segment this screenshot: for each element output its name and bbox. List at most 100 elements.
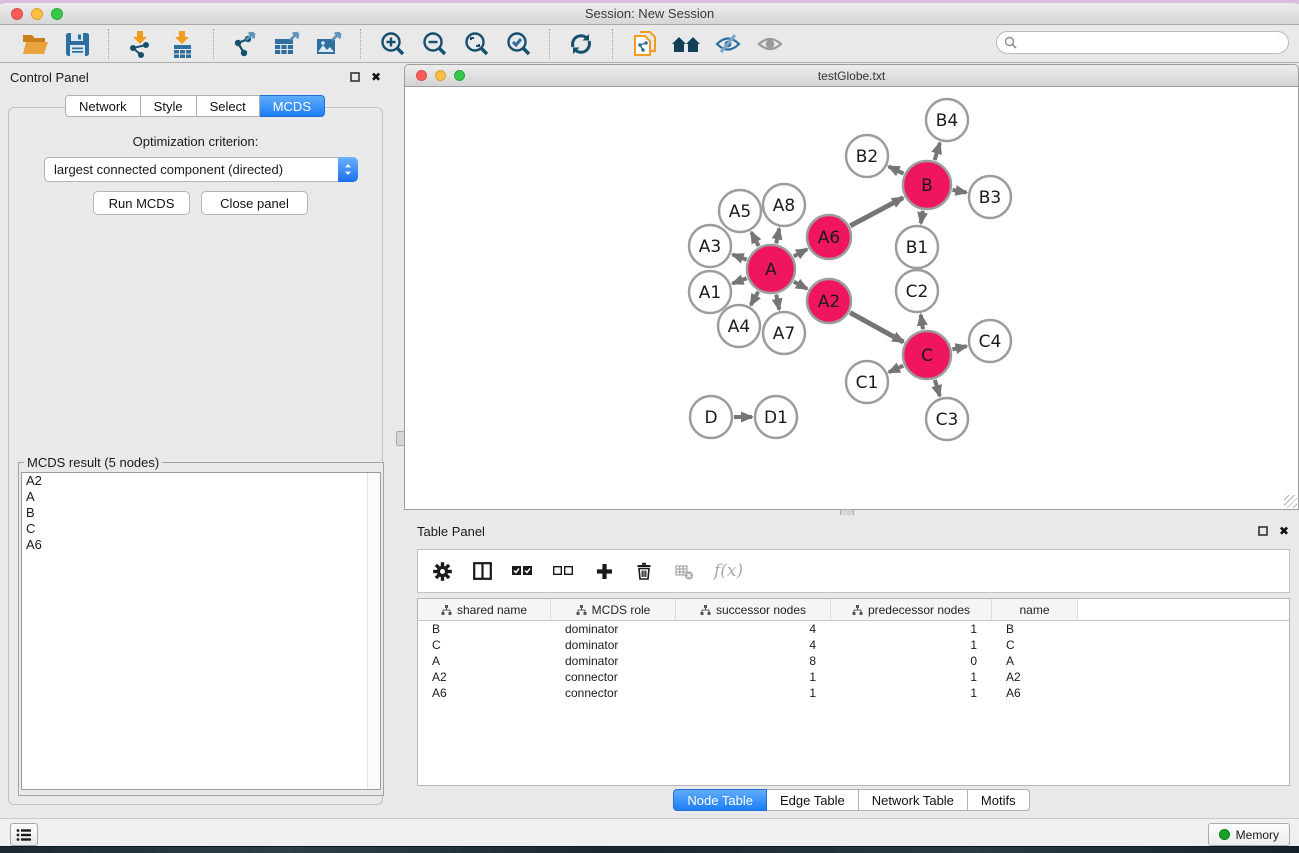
network-window-titlebar[interactable]: testGlobe.txt (404, 64, 1299, 87)
close-network-window-button[interactable] (416, 70, 427, 81)
mcds-result-item: A2 (22, 473, 380, 489)
graph-edge-A6-B[interactable] (850, 198, 903, 226)
table-body: Bdominator41BCdominator41CAdominator80AA… (418, 621, 1289, 701)
table-row[interactable]: Adominator80A (418, 653, 1289, 669)
graph-edge-A-A6[interactable] (794, 249, 807, 256)
cell-name: A6 (992, 685, 1078, 701)
zoom-fit-button[interactable] (459, 28, 493, 60)
criterion-dropdown[interactable]: largest connected component (directed) (44, 157, 358, 182)
create-column-button[interactable] (594, 563, 614, 580)
zoom-window-button[interactable] (51, 8, 63, 20)
apply-layout-button[interactable] (564, 28, 598, 60)
close-panel-icon[interactable]: ✖ (1279, 526, 1289, 536)
toolbar-search-field[interactable] (996, 31, 1289, 54)
tab-mcds[interactable]: MCDS (260, 95, 325, 117)
column-header-predecessor-nodes[interactable]: predecessor nodes (831, 599, 992, 620)
search-input[interactable] (1022, 36, 1272, 50)
minimize-network-window-button[interactable] (435, 70, 446, 81)
cybrowser-home-button[interactable] (669, 28, 703, 60)
list-scrollbar[interactable] (367, 473, 380, 789)
graph-edge-A-A2[interactable] (794, 282, 807, 289)
table-toolbar: f(x) (417, 549, 1290, 593)
deselect-all-button[interactable] (553, 566, 574, 576)
memory-button[interactable]: Memory (1208, 823, 1290, 846)
hierarchy-icon (576, 605, 587, 615)
select-all-button[interactable] (512, 566, 533, 576)
graph-edge-B-B3[interactable] (953, 190, 967, 193)
run-mcds-button[interactable]: Run MCDS (93, 191, 190, 215)
close-panel-icon[interactable]: ✖ (371, 72, 381, 82)
table-row[interactable]: A6connector11A6 (418, 685, 1289, 701)
network-canvas[interactable]: AA1A2A3A4A5A6A7A8BB1B2B3B4CC1C2C3C4DD1 (404, 87, 1299, 510)
import-table-button[interactable] (165, 28, 199, 60)
graph-edge-B-B1[interactable] (921, 211, 923, 224)
graph-node-label: A4 (728, 317, 750, 337)
graph-edge-C-C4[interactable] (952, 346, 966, 349)
show-hide-eye-button[interactable] (753, 28, 787, 60)
close-panel-button[interactable]: Close panel (201, 191, 308, 215)
column-header-successor-nodes[interactable]: successor nodes (676, 599, 831, 620)
column-header-shared-name[interactable]: shared name (418, 599, 551, 620)
mcds-result-item: B (22, 505, 380, 521)
cell-predecessor-nodes: 1 (831, 685, 992, 701)
graph-edge-A-A8[interactable] (776, 229, 779, 244)
graph-edge-A-A5[interactable] (751, 232, 758, 246)
function-builder-button-disabled[interactable]: f(x) (714, 561, 743, 581)
export-image-button[interactable] (312, 28, 346, 60)
close-window-button[interactable] (11, 8, 23, 20)
graph-edge-A-A7[interactable] (776, 295, 779, 310)
export-network-button[interactable] (228, 28, 262, 60)
delete-column-button[interactable] (634, 562, 654, 580)
float-panel-icon[interactable] (1258, 526, 1268, 536)
cell-shared-name: A6 (418, 685, 551, 701)
column-header-name[interactable]: name (992, 599, 1078, 620)
export-table-icon (273, 31, 301, 58)
zoom-in-button[interactable] (375, 28, 409, 60)
window-resize-grip[interactable] (1284, 495, 1297, 508)
column-header-label: shared name (457, 603, 527, 617)
open-session-button[interactable] (18, 28, 52, 60)
import-network-button[interactable] (123, 28, 157, 60)
graph-node-label: C2 (906, 282, 929, 302)
export-table-button[interactable] (270, 28, 304, 60)
mcds-result-list[interactable]: A2ABCA6 (21, 472, 381, 790)
graph-edge-A-A4[interactable] (751, 292, 759, 305)
graph-edge-B-B4[interactable] (935, 143, 940, 160)
tab-edge-table[interactable]: Edge Table (767, 789, 859, 811)
tab-network[interactable]: Network (65, 95, 141, 117)
table-panel-title: Table Panel (417, 524, 485, 539)
show-panels-button[interactable] (10, 823, 38, 846)
column-header-MCDS-role[interactable]: MCDS role (551, 599, 676, 620)
new-network-from-selection-button[interactable] (627, 28, 661, 60)
graph-edge-C-C1[interactable] (889, 366, 903, 373)
table-row[interactable]: Cdominator41C (418, 637, 1289, 653)
cell-successor-nodes: 4 (676, 637, 831, 653)
tab-motifs[interactable]: Motifs (968, 789, 1030, 811)
graph-edge-C-C3[interactable] (935, 380, 940, 396)
show-columns-button[interactable] (472, 562, 492, 580)
graph-edge-C-C2[interactable] (921, 315, 923, 330)
graph-edge-A-A1[interactable] (733, 278, 747, 283)
optimization-criterion-label: Optimization criterion: (9, 134, 382, 149)
tab-select[interactable]: Select (197, 95, 260, 117)
tab-style[interactable]: Style (141, 95, 197, 117)
table-row[interactable]: A2connector11A2 (418, 669, 1289, 685)
memory-status-icon (1219, 829, 1230, 840)
graph-edge-B-B2[interactable] (889, 166, 904, 173)
save-session-button[interactable] (60, 28, 94, 60)
hide-graphics-details-button[interactable] (711, 28, 745, 60)
zoom-out-button[interactable] (417, 28, 451, 60)
graph-edge-A-A3[interactable] (733, 255, 747, 260)
float-panel-icon[interactable] (350, 72, 360, 82)
refresh-icon (568, 31, 594, 57)
tab-network-table[interactable]: Network Table (859, 789, 968, 811)
tab-node-table[interactable]: Node Table (673, 789, 767, 811)
table-row[interactable]: Bdominator41B (418, 621, 1289, 637)
zoom-network-window-button[interactable] (454, 70, 465, 81)
graph-edge-A2-C[interactable] (850, 313, 903, 342)
cell-name: A2 (992, 669, 1078, 685)
table-settings-button[interactable] (432, 562, 452, 581)
minimize-window-button[interactable] (31, 8, 43, 20)
zoom-selected-button[interactable] (501, 28, 535, 60)
delete-table-button-disabled[interactable] (674, 563, 694, 580)
